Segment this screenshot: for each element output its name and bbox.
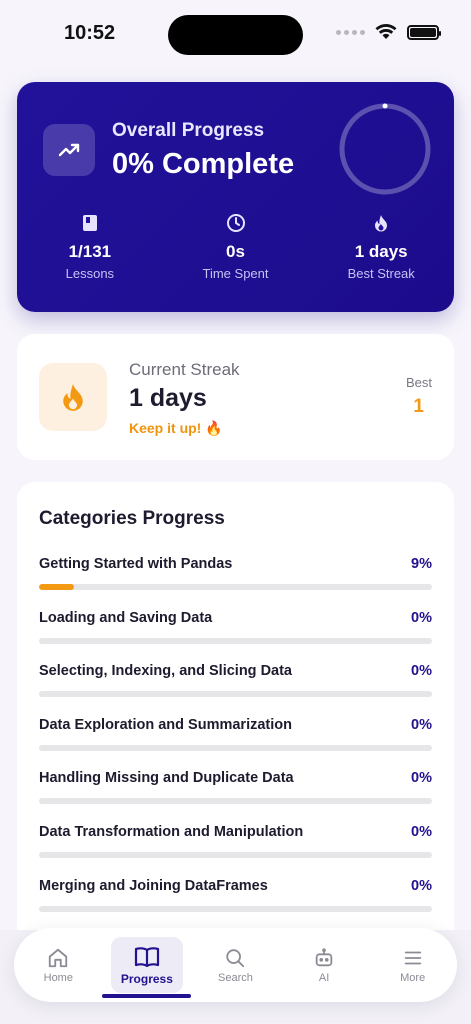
overall-stats: 1/131 Lessons 0s Time Spent 1 days Best … xyxy=(17,212,454,281)
book-icon xyxy=(17,212,163,234)
wifi-icon xyxy=(375,24,397,39)
signal-icon xyxy=(336,29,365,35)
robot-icon xyxy=(315,947,333,966)
current-streak-value: 1 days xyxy=(129,384,207,412)
category-progress-bar xyxy=(39,905,432,912)
stat-streak-value: 1 days xyxy=(354,242,408,261)
dynamic-island xyxy=(168,15,303,55)
nav-search[interactable]: Search xyxy=(199,937,271,993)
nav-progress-label: Progress xyxy=(120,971,173,986)
search-icon xyxy=(226,948,245,967)
overall-progress-label: Overall Progress xyxy=(112,120,265,141)
category-item[interactable]: Selecting, Indexing, and Slicing Data 0% xyxy=(39,661,432,715)
category-item[interactable]: Data Exploration and Summarization 0% xyxy=(39,715,432,769)
nav-home-label: Home xyxy=(43,971,73,984)
category-name: Data Transformation and Manipulation xyxy=(39,823,304,840)
stat-lessons-value: 1/131 xyxy=(68,242,112,261)
stat-time-value: 0s xyxy=(226,242,245,261)
overall-progress-value: 0% Complete xyxy=(112,148,295,180)
nav-progress[interactable]: Progress xyxy=(110,937,183,993)
category-name: Data Exploration and Summarization xyxy=(39,716,292,733)
streak-message: Keep it up! 🔥 xyxy=(129,420,223,436)
category-percent: 0% xyxy=(411,609,432,626)
overall-progress-card: Overall Progress 0% Complete 1/131 Lesso… xyxy=(17,82,454,312)
best-streak-value: 1 xyxy=(413,396,424,417)
progress-ring xyxy=(339,103,431,195)
category-name: Merging and Joining DataFrames xyxy=(39,877,268,894)
stat-best-streak: 1 days Best Streak xyxy=(308,212,454,281)
category-percent: 0% xyxy=(411,770,432,787)
current-streak-label: Current Streak xyxy=(129,360,240,379)
current-streak-card: Current Streak 1 days Keep it up! 🔥 Best… xyxy=(17,334,454,460)
category-percent: 9% xyxy=(411,556,432,572)
stat-streak-label: Best Streak xyxy=(347,266,415,281)
category-name: Selecting, Indexing, and Slicing Data xyxy=(39,663,292,680)
category-item[interactable]: Handling Missing and Duplicate Data 0% xyxy=(39,768,432,822)
category-percent: 0% xyxy=(411,823,432,840)
nav-search-label: Search xyxy=(218,971,253,984)
category-item[interactable]: Merging and Joining DataFrames 0% xyxy=(39,876,432,930)
category-progress-bar xyxy=(39,744,432,751)
categories-title: Categories Progress xyxy=(39,508,225,529)
stat-time-label: Time Spent xyxy=(202,266,269,281)
category-progress-bar xyxy=(39,637,432,644)
flame-icon xyxy=(308,212,454,234)
status-time: 10:52 xyxy=(64,22,116,44)
category-progress-fill xyxy=(39,584,75,590)
category-name: Loading and Saving Data xyxy=(39,609,213,626)
category-item[interactable]: Loading and Saving Data 0% xyxy=(39,608,432,662)
book-open-icon xyxy=(134,946,159,967)
stat-lessons-label: Lessons xyxy=(65,266,115,281)
nav-home[interactable]: Home xyxy=(22,937,94,993)
category-name: Handling Missing and Duplicate Data xyxy=(39,770,294,787)
best-streak-label: Best xyxy=(405,375,432,390)
category-progress-bar xyxy=(39,584,432,590)
nav-more[interactable]: More xyxy=(377,937,449,993)
nav-more-label: More xyxy=(400,971,426,984)
clock-icon xyxy=(163,212,309,234)
status-icons xyxy=(336,24,441,40)
category-item[interactable]: Getting Started with Pandas 9% xyxy=(39,554,432,608)
nav-ai[interactable]: AI xyxy=(288,937,360,993)
flame-icon xyxy=(39,363,107,431)
category-percent: 0% xyxy=(411,663,432,680)
category-name: Getting Started with Pandas xyxy=(39,556,233,572)
nav-active-indicator xyxy=(102,994,191,998)
stat-time-spent: 0s Time Spent xyxy=(163,212,309,281)
category-list: Getting Started with Pandas 9% Loading an… xyxy=(39,554,432,929)
menu-icon xyxy=(404,951,421,964)
bottom-nav: Home Progress Search AI More xyxy=(14,928,457,1002)
nav-ai-label: AI xyxy=(318,971,330,984)
categories-progress-card: Categories Progress Getting Started with… xyxy=(17,482,454,942)
home-icon xyxy=(49,948,68,967)
category-percent: 0% xyxy=(411,877,432,894)
category-progress-bar xyxy=(39,798,432,805)
category-progress-bar xyxy=(39,691,432,698)
stat-lessons: 1/131 Lessons xyxy=(17,212,163,281)
category-percent: 0% xyxy=(411,716,432,733)
battery-icon xyxy=(407,24,441,40)
trending-up-icon xyxy=(43,124,95,176)
category-progress-bar xyxy=(39,851,432,858)
status-bar: 10:52 xyxy=(0,0,471,64)
category-item[interactable]: Data Transformation and Manipulation 0% xyxy=(39,822,432,876)
